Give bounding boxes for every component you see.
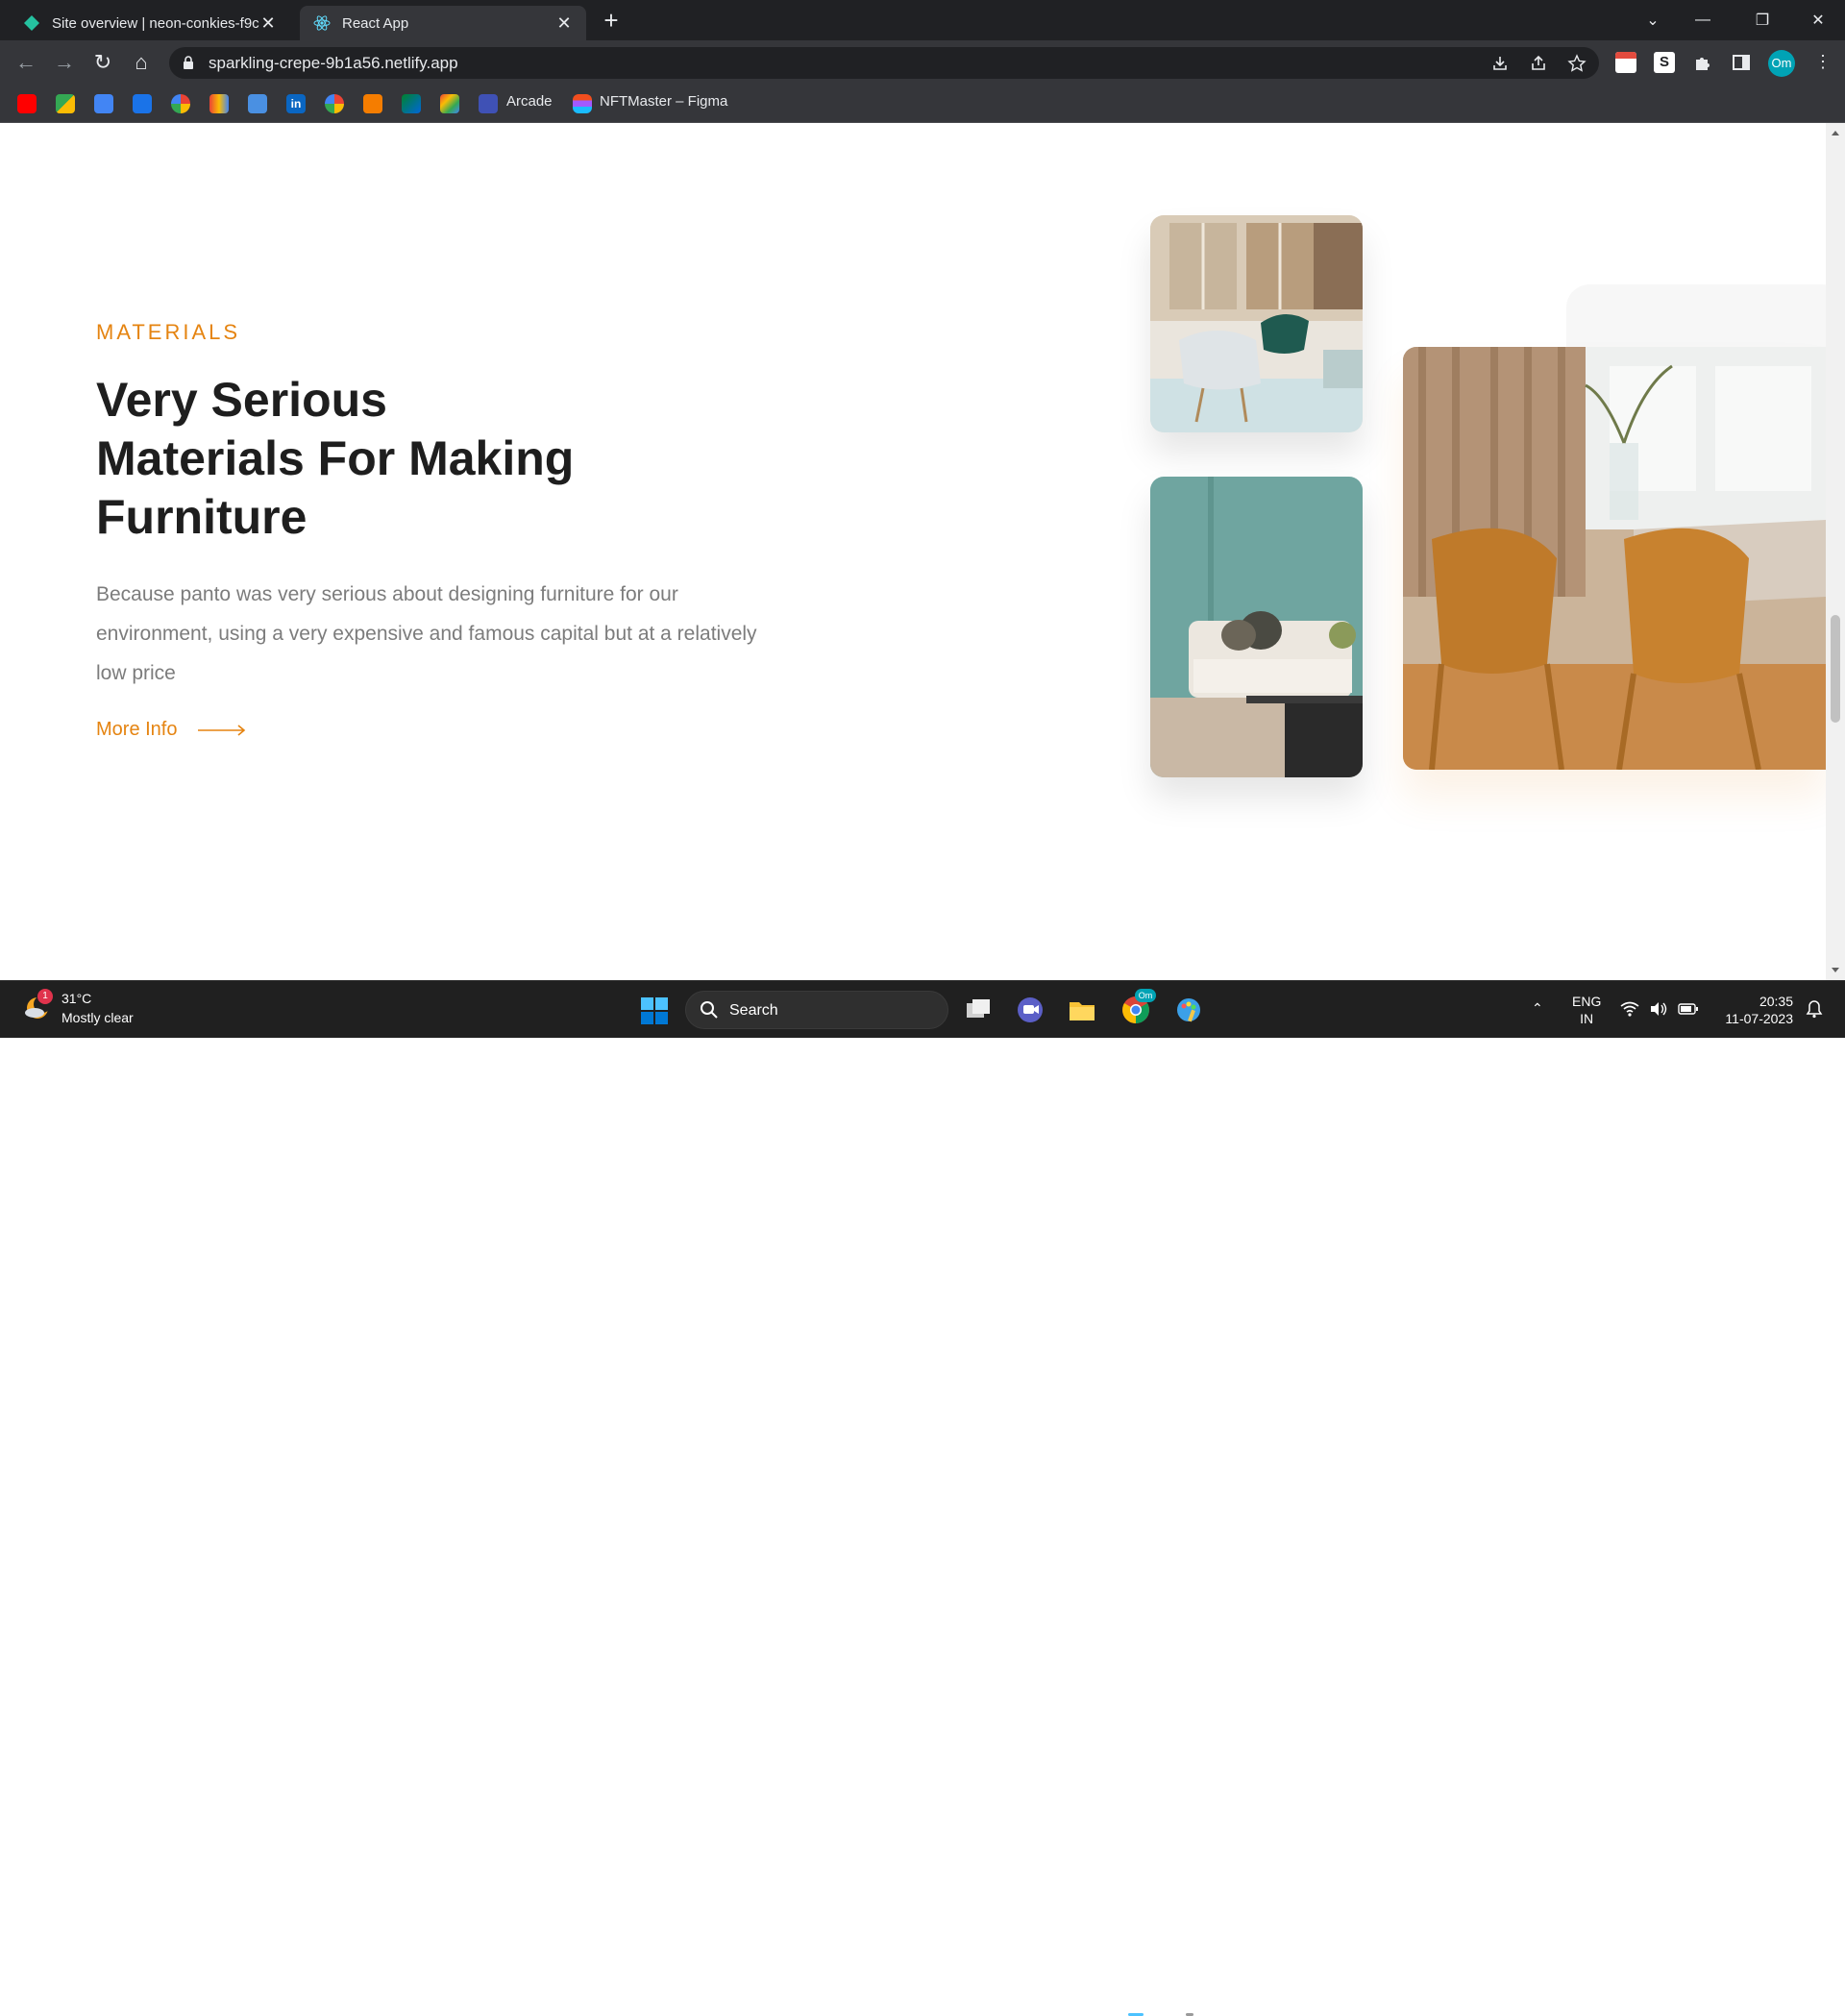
drive-icon[interactable] <box>248 94 267 113</box>
scrollbar-thumb[interactable] <box>1831 615 1840 723</box>
system-clock[interactable]: 20:35 11-07-2023 <box>1718 993 1793 1027</box>
google-icon[interactable] <box>171 94 190 113</box>
file-explorer-icon[interactable] <box>1067 995 1097 1025</box>
tab-search-icon[interactable]: ⌄ <box>1628 0 1678 40</box>
side-panel-icon[interactable] <box>1731 52 1752 73</box>
bookmark-nftmaster-figma[interactable]: NFTMaster – Figma <box>600 93 727 110</box>
close-window-icon[interactable]: ✕ <box>1793 0 1843 40</box>
headline-line: Furniture <box>96 490 308 544</box>
extensions-puzzle-icon[interactable] <box>1692 52 1713 73</box>
restore-icon[interactable]: ❐ <box>1737 0 1787 40</box>
menu-kebab-icon[interactable]: ⋮ <box>1814 52 1832 72</box>
blogger-icon[interactable] <box>363 94 382 113</box>
extension-s-icon[interactable]: S <box>1654 52 1675 73</box>
search-label: Search <box>729 1002 778 1019</box>
gsuite-icon[interactable] <box>133 94 152 113</box>
figma-icon[interactable] <box>573 94 592 113</box>
headline-line: Materials For Making <box>96 431 575 485</box>
language-indicator[interactable]: ENG IN <box>1572 993 1601 1027</box>
minimize-icon[interactable]: — <box>1678 0 1728 40</box>
bookmark-star-icon[interactable] <box>1567 54 1587 73</box>
tab-title: Site overview | neon-conkies-f9c <box>52 14 259 32</box>
section-eyebrow: MATERIALS <box>96 320 241 344</box>
google-icon[interactable] <box>325 94 344 113</box>
maps-icon[interactable] <box>56 94 75 113</box>
gmail-icon[interactable] <box>440 94 459 113</box>
wifi-icon[interactable] <box>1620 1000 1639 1018</box>
close-tab-icon[interactable]: ✕ <box>259 13 277 34</box>
volume-icon[interactable] <box>1649 1000 1668 1018</box>
install-icon[interactable] <box>1490 54 1510 73</box>
reload-icon[interactable]: ↻ <box>88 48 117 77</box>
bookmark-arcade[interactable]: Arcade <box>506 93 553 110</box>
bookmarks-bar: in Arcade NFTMaster – Figma <box>0 85 1845 123</box>
meet-icon[interactable] <box>402 94 421 113</box>
new-tab-button[interactable]: + <box>598 8 625 35</box>
section-description: Because panto was very serious about des… <box>96 583 757 684</box>
scroll-down-icon[interactable] <box>1832 968 1839 972</box>
back-icon[interactable]: ← <box>12 48 40 77</box>
paint-icon[interactable] <box>1174 995 1205 1025</box>
close-tab-icon[interactable]: ✕ <box>555 13 573 34</box>
tab-react-app[interactable]: React App ✕ <box>300 6 586 40</box>
netlify-icon <box>24 15 39 31</box>
clock-time: 20:35 <box>1759 994 1793 1009</box>
more-info-link[interactable]: More Info <box>96 719 246 741</box>
materials-section: MATERIALS Very Serious Materials For Mak… <box>0 123 1826 980</box>
lounge-chairs-photo <box>1150 215 1363 432</box>
cloud-icon[interactable] <box>209 94 229 113</box>
dining-chairs-photo <box>1403 347 1826 770</box>
notification-bell-icon[interactable] <box>1805 999 1824 1019</box>
tab-site-overview[interactable]: Site overview | neon-conkies-f9c ✕ <box>10 6 290 40</box>
region-code: IN <box>1580 1011 1594 1026</box>
clock-date: 11-07-2023 <box>1725 1011 1793 1026</box>
lock-icon[interactable] <box>183 56 194 69</box>
more-info-label: More Info <box>96 719 178 740</box>
search-icon <box>701 1001 718 1019</box>
tab-strip: Site overview | neon-conkies-f9c ✕ React… <box>0 0 1845 40</box>
living-room-sofa-photo <box>1150 477 1363 777</box>
url-text[interactable]: sparkling-crepe-9b1a56.netlify.app <box>209 54 458 73</box>
linkedin-icon[interactable]: in <box>286 94 306 113</box>
extension-calendar-icon[interactable] <box>1615 52 1636 73</box>
page-scrollbar[interactable] <box>1826 123 1845 980</box>
home-icon[interactable]: ⌂ <box>127 48 156 77</box>
translate-icon[interactable] <box>94 94 113 113</box>
language-code: ENG <box>1572 994 1602 1009</box>
show-hidden-icons[interactable]: ⌃ <box>1532 1000 1543 1017</box>
windows-taskbar: 1 31°C Mostly clear Search Om ⌃ ENG IN 2… <box>0 980 1845 2016</box>
share-icon[interactable] <box>1529 54 1548 73</box>
arrow-right-icon <box>198 724 246 736</box>
section-headline: Very Serious Materials For Making Furnit… <box>96 371 692 547</box>
address-bar[interactable]: sparkling-crepe-9b1a56.netlify.app <box>169 47 1599 79</box>
weather-condition[interactable]: Mostly clear <box>62 1010 134 1025</box>
weather-temperature[interactable]: 31°C <box>62 991 91 1006</box>
arcade-icon[interactable] <box>479 94 498 113</box>
taskbar-search[interactable]: Search <box>685 991 948 1029</box>
tab-title: React App <box>342 14 409 32</box>
windows-start-icon[interactable] <box>641 997 668 1024</box>
teams-chat-icon[interactable] <box>1015 995 1046 1025</box>
scroll-up-icon[interactable] <box>1832 131 1839 135</box>
headline-line: Very Serious <box>96 373 387 427</box>
weather-badge: 1 <box>37 989 53 1004</box>
task-view-icon[interactable] <box>963 995 994 1025</box>
forward-icon[interactable]: → <box>50 48 79 77</box>
youtube-icon[interactable] <box>17 94 37 113</box>
chrome-profile-badge: Om <box>1135 989 1156 1002</box>
battery-icon[interactable] <box>1678 1001 1699 1017</box>
browser-toolbar: ← → ↻ ⌂ sparkling-crepe-9b1a56.netlify.a… <box>0 40 1845 85</box>
react-icon <box>313 15 331 31</box>
profile-avatar[interactable]: Om <box>1768 50 1795 77</box>
